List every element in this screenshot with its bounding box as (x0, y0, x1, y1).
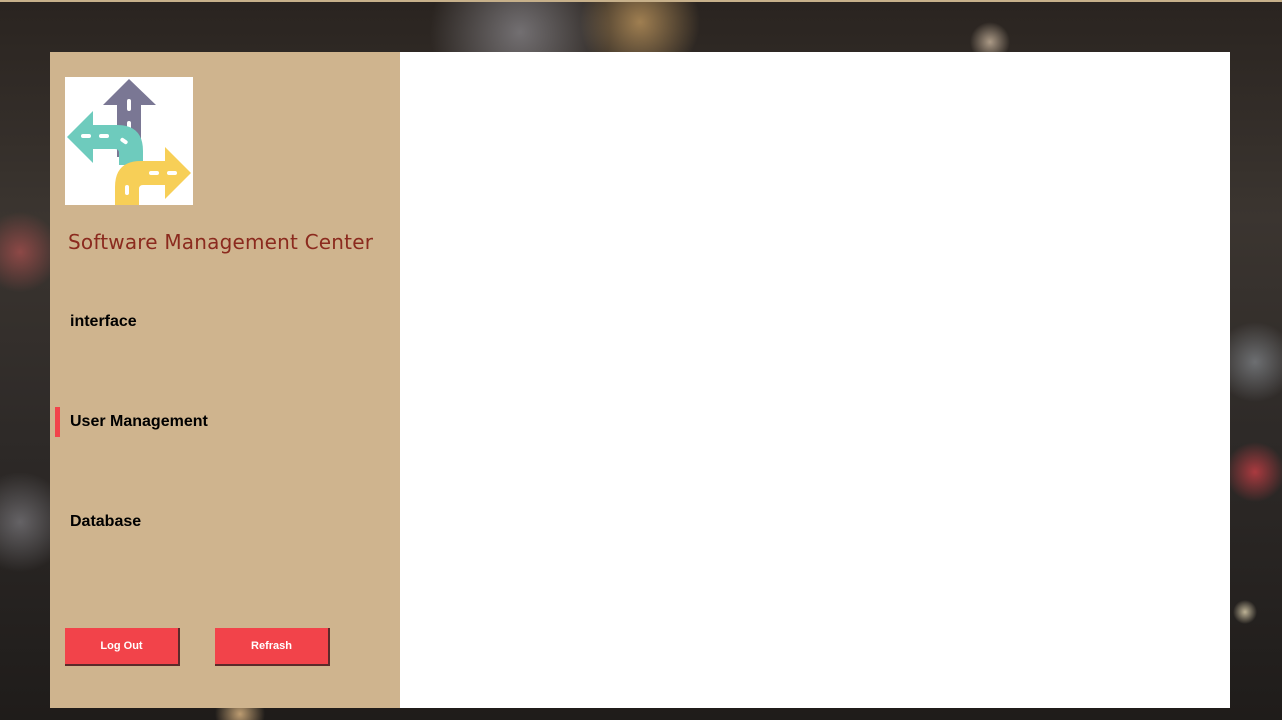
main-content-panel (400, 52, 1230, 708)
app-window: Software Management Center interface Use… (50, 52, 1230, 708)
sidebar-item-label: interface (70, 313, 137, 330)
active-indicator (55, 407, 60, 437)
active-indicator (55, 507, 60, 537)
app-logo (65, 77, 193, 205)
refresh-button[interactable]: Refrash (215, 628, 330, 666)
sidebar-item-database[interactable]: Database (55, 505, 395, 539)
sidebar-item-interface[interactable]: interface (55, 305, 395, 339)
active-indicator (55, 307, 60, 337)
sidebar-item-user-management[interactable]: User Management (55, 405, 395, 439)
sidebar-item-label: Database (70, 513, 142, 530)
road-direction-arrows-icon (67, 79, 191, 205)
sidebar: Software Management Center interface Use… (50, 52, 400, 708)
app-title: Software Management Center (68, 230, 374, 254)
sidebar-item-label: User Management (70, 413, 208, 430)
desktop-background: Software Management Center interface Use… (0, 0, 1282, 720)
logout-button[interactable]: Log Out (65, 628, 180, 666)
